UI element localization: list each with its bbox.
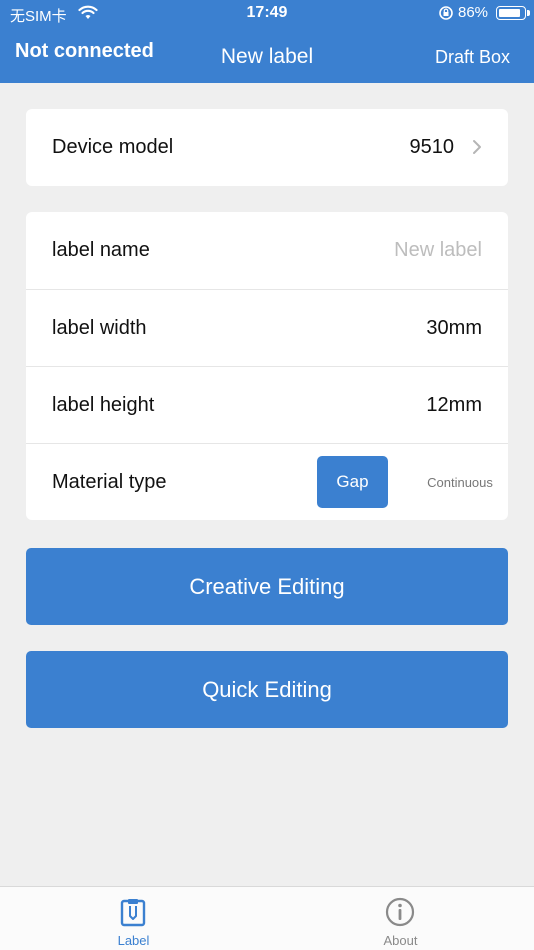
- chevron-right-icon: [472, 135, 482, 161]
- tab-label[interactable]: Label: [0, 887, 267, 950]
- tab-bar: Label About: [0, 886, 534, 950]
- status-bar: 无SIM卡 17:49 86%: [0, 0, 534, 28]
- tab-about[interactable]: About: [267, 887, 534, 950]
- label-name-label: label name: [52, 239, 150, 261]
- battery-icon: [496, 6, 530, 20]
- draft-box-button[interactable]: Draft Box: [435, 47, 510, 68]
- label-width-value[interactable]: 30mm: [426, 317, 482, 340]
- tab-label-text: Label: [117, 933, 150, 948]
- tab-about-text: About: [383, 933, 418, 948]
- device-model-row[interactable]: Device model 9510: [26, 109, 508, 186]
- device-model-value: 9510: [409, 136, 455, 158]
- rotation-lock-icon: [438, 5, 454, 25]
- battery-percent: 86%: [458, 4, 489, 21]
- label-height-row[interactable]: label height 12mm: [26, 366, 508, 443]
- material-type-label: Material type: [52, 470, 167, 493]
- label-width-label: label width: [52, 316, 147, 339]
- label-name-row: label name New label: [26, 212, 508, 289]
- top-bar: 无SIM卡 17:49 86% Not connected New label …: [0, 0, 534, 83]
- device-model-label: Device model: [52, 136, 174, 158]
- label-height-label: label height: [52, 393, 155, 416]
- material-continuous-option[interactable]: Continuous: [412, 456, 508, 508]
- material-type-row: Material type Gap Continuous: [26, 443, 508, 520]
- info-icon: [385, 897, 415, 927]
- creative-editing-button[interactable]: Creative Editing: [26, 548, 508, 625]
- device-card: Device model 9510: [26, 109, 508, 186]
- label-settings-card: label name New label label width 30mm la…: [26, 212, 508, 520]
- material-gap-option[interactable]: Gap: [317, 456, 388, 508]
- clipboard-icon: [118, 897, 148, 927]
- material-type-selector: Gap Continuous: [317, 456, 493, 508]
- label-width-row[interactable]: label width 30mm: [26, 289, 508, 366]
- label-height-value[interactable]: 12mm: [426, 394, 482, 417]
- quick-editing-button[interactable]: Quick Editing: [26, 651, 508, 728]
- label-name-input[interactable]: New label: [394, 239, 482, 262]
